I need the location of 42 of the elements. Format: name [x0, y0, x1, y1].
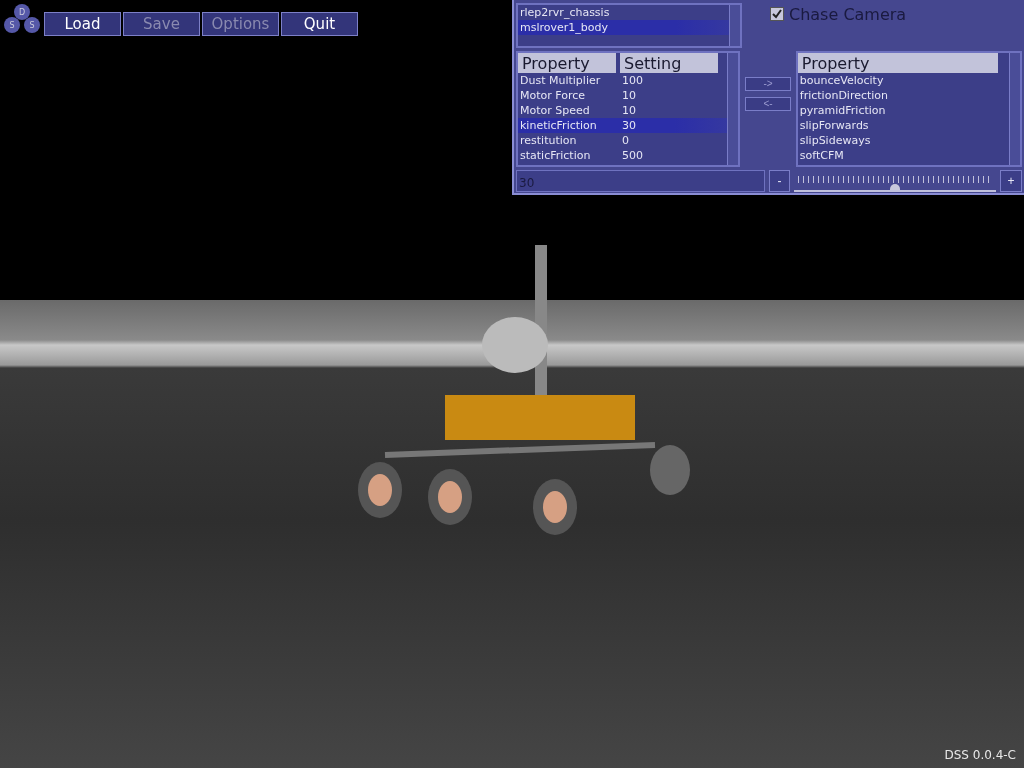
table-cell-text: restitution [520, 133, 578, 148]
body-list-item[interactable]: rlep2rvr_chassis [518, 5, 729, 20]
table-cell-text: staticFriction [520, 148, 592, 163]
table-cell-text: 10 [622, 88, 637, 103]
property-list-item[interactable]: slipSideways [797, 133, 1009, 148]
decrease-button[interactable]: - [768, 170, 791, 192]
version-label: DSS 0.0.4-C [944, 748, 1016, 762]
move-button[interactable]: -> [745, 77, 791, 91]
property-list-item[interactable]: slipForwards [797, 118, 1009, 133]
property-list-item[interactable]: bounceVelocity [797, 73, 1009, 88]
table-cell-text: 10 [622, 103, 637, 118]
table-cell-text: 30 [622, 118, 637, 133]
table-cell-text: 500 [622, 148, 644, 163]
table-cell-text: Motor Speed [520, 103, 591, 118]
table-cell-text: 0 [622, 133, 630, 148]
menu-button[interactable]: Quit [281, 12, 358, 36]
table-row[interactable]: Motor Speed 10 [518, 103, 728, 118]
column-header[interactable]: Property [797, 53, 998, 73]
body-list-item[interactable]: mslrover1_body [518, 20, 729, 35]
table-row[interactable]: Motor Force 10 [518, 88, 728, 103]
property-list-item[interactable]: pyramidFriction [797, 103, 1009, 118]
scrollbar[interactable] [727, 53, 739, 165]
checkbox[interactable] [770, 7, 784, 21]
increase-button[interactable]: + [1000, 170, 1022, 192]
scrollbar[interactable] [729, 5, 740, 46]
column-header[interactable]: Setting [620, 53, 718, 73]
table-cell-text: Motor Force [520, 88, 587, 103]
table-row[interactable]: staticFriction 500 [518, 148, 728, 163]
menu-button[interactable]: Load [44, 12, 121, 36]
slider-thumb[interactable] [890, 184, 901, 190]
table-cell-text: kineticFriction [520, 118, 598, 133]
checkbox-label: Chase Camera [789, 4, 907, 24]
column-header[interactable]: Property [518, 53, 616, 73]
move-button[interactable]: <- [745, 97, 791, 111]
table-row[interactable]: Dust Multiplier 100 [518, 73, 728, 88]
scrollbar[interactable] [1009, 53, 1020, 165]
property-list-item[interactable]: frictionDirection [797, 88, 1009, 103]
table-row[interactable]: kineticFriction 30 [518, 118, 728, 133]
table-cell-text: Dust Multiplier [520, 73, 602, 88]
table-row[interactable]: restitution 0 [518, 133, 728, 148]
property-list-item[interactable]: softCFM [797, 148, 1009, 163]
table-cell-text: 100 [622, 73, 644, 88]
